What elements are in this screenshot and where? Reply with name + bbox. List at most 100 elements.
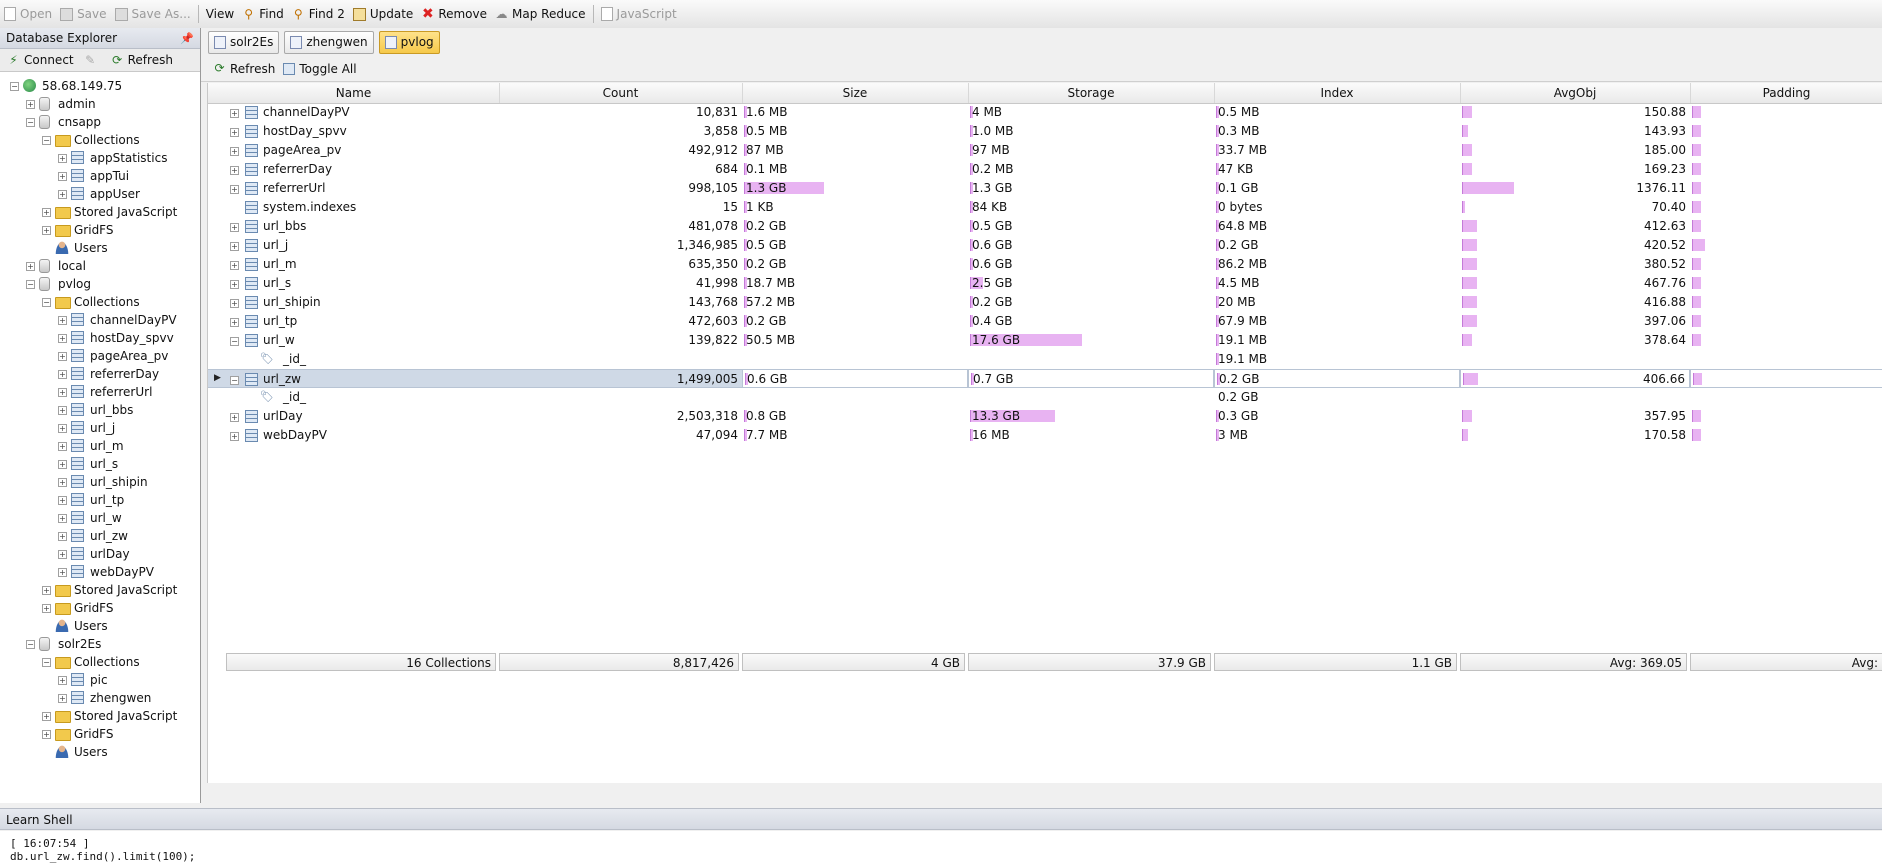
tree-item[interactable]: + GridFS	[0, 221, 200, 239]
expand-icon[interactable]: +	[58, 676, 67, 685]
expand-icon[interactable]: +	[230, 185, 239, 194]
tree-item[interactable]: + GridFS	[0, 725, 200, 743]
expand-icon[interactable]: +	[26, 262, 35, 271]
grid-refresh-button[interactable]: ⟳ Refresh	[209, 58, 279, 80]
tree-item[interactable]: + url_shipin	[0, 473, 200, 491]
collection-row[interactable]: ▶ − url_zw 1,499,005 0.6 GB 0.7 GB 0.2 GB 406.6…	[208, 369, 1882, 388]
explorer-refresh-button[interactable]: ⟳ Refresh	[106, 51, 178, 69]
column-header-count[interactable]: Count	[499, 83, 743, 103]
tree-item[interactable]: − pvlog	[0, 275, 200, 293]
collection-row[interactable]: system.indexes 15 1 KB 84 KB 0 bytes 70.40	[208, 198, 1882, 217]
save-button[interactable]: Save	[56, 3, 110, 25]
collection-row[interactable]: + referrerDay 684 0.1 MB 0.2 MB 47 KB 169.23	[208, 160, 1882, 179]
tree-item[interactable]: + zhengwen	[0, 689, 200, 707]
collapse-icon[interactable]: −	[26, 118, 35, 127]
collapse-icon[interactable]: −	[230, 376, 239, 385]
tree-item[interactable]: + channelDayPV	[0, 311, 200, 329]
find-button[interactable]: ⚲ Find	[238, 3, 288, 25]
tree-item[interactable]: + webDayPV	[0, 563, 200, 581]
index-row[interactable]: 🏷 _id_ 19.1 MB	[208, 350, 1882, 369]
expand-icon[interactable]: +	[58, 190, 67, 199]
collapse-icon[interactable]: −	[42, 298, 51, 307]
collection-row[interactable]: + webDayPV 47,094 7.7 MB 16 MB 3 MB 170.58	[208, 426, 1882, 445]
map-reduce-button[interactable]: ☁ Map Reduce	[491, 3, 590, 25]
tree-item[interactable]: + urlDay	[0, 545, 200, 563]
column-header-size[interactable]: Size	[742, 83, 969, 103]
tree-item[interactable]: + admin	[0, 95, 200, 113]
tree-item[interactable]: + Stored JavaScript	[0, 203, 200, 221]
expand-icon[interactable]: +	[230, 280, 239, 289]
expand-icon[interactable]: +	[230, 223, 239, 232]
tree-item[interactable]: + hostDay_spvv	[0, 329, 200, 347]
collection-row[interactable]: + url_m 635,350 0.2 GB 0.6 GB 86.2 MB 380.52	[208, 255, 1882, 274]
collapse-icon[interactable]: −	[10, 82, 19, 91]
collection-row[interactable]: + url_s 41,998 18.7 MB 2.5 GB 4.5 MB 467.76	[208, 274, 1882, 293]
tree-item[interactable]: Users	[0, 239, 200, 257]
tree-item[interactable]: + Stored JavaScript	[0, 707, 200, 725]
expand-icon[interactable]: +	[58, 388, 67, 397]
column-header-avgobj[interactable]: AvgObj	[1460, 83, 1691, 103]
expand-icon[interactable]: +	[58, 370, 67, 379]
toggle-all-button[interactable]: Toggle All	[279, 58, 360, 80]
tree-item[interactable]: + local	[0, 257, 200, 275]
expand-icon[interactable]: +	[42, 712, 51, 721]
collection-row[interactable]: + url_bbs 481,078 0.2 GB 0.5 GB 64.8 MB 412.63	[208, 217, 1882, 236]
pin-icon[interactable]: 📌	[180, 32, 194, 45]
expand-icon[interactable]: +	[42, 604, 51, 613]
tree-item[interactable]: − Collections	[0, 293, 200, 311]
remove-button[interactable]: ✖ Remove	[417, 3, 491, 25]
tree-item[interactable]: + pic	[0, 671, 200, 689]
tree-item[interactable]: − Collections	[0, 653, 200, 671]
expand-icon[interactable]: +	[58, 442, 67, 451]
expand-icon[interactable]: +	[58, 406, 67, 415]
collection-row[interactable]: + urlDay 2,503,318 0.8 GB 13.3 GB 0.3 GB 357.9…	[208, 407, 1882, 426]
index-row[interactable]: 🏷 _id_ 0.2 GB	[208, 388, 1882, 407]
expand-icon[interactable]: +	[230, 299, 239, 308]
expand-icon[interactable]: +	[230, 318, 239, 327]
expand-icon[interactable]: +	[58, 568, 67, 577]
connect-button[interactable]: ⚡ Connect	[2, 51, 79, 69]
expand-icon[interactable]: +	[58, 460, 67, 469]
shell-output[interactable]: [ 16:07:54 ] db.url_zw.find().limit(100)…	[0, 831, 1882, 865]
expand-icon[interactable]: +	[58, 550, 67, 559]
tree-item[interactable]: + pageArea_pv	[0, 347, 200, 365]
expand-icon[interactable]: +	[58, 352, 67, 361]
tree-item[interactable]: + url_zw	[0, 527, 200, 545]
collection-row[interactable]: + hostDay_spvv 3,858 0.5 MB 1.0 MB 0.3 MB 143.…	[208, 122, 1882, 141]
tree-item[interactable]: − Collections	[0, 131, 200, 149]
expand-icon[interactable]: +	[58, 514, 67, 523]
disconnect-button[interactable]: ✎	[79, 51, 106, 69]
collapse-icon[interactable]: −	[230, 337, 239, 346]
collapse-icon[interactable]: −	[26, 280, 35, 289]
find2-button[interactable]: ⚲ Find 2	[288, 3, 349, 25]
tree-item[interactable]: + referrerUrl	[0, 383, 200, 401]
expand-icon[interactable]: +	[230, 128, 239, 137]
collection-row[interactable]: − url_w 139,822 50.5 MB 17.6 GB 19.1 MB 378.64	[208, 331, 1882, 350]
tree-item[interactable]: + url_tp	[0, 491, 200, 509]
expand-icon[interactable]: +	[42, 226, 51, 235]
column-header-padding[interactable]: Padding	[1690, 83, 1882, 103]
tab-pvlog[interactable]: pvlog	[378, 30, 440, 54]
tab-solr2es[interactable]: solr2Es	[208, 30, 280, 54]
column-header-storage[interactable]: Storage	[968, 83, 1215, 103]
expand-icon[interactable]: +	[58, 334, 67, 343]
expand-icon[interactable]: +	[230, 147, 239, 156]
expand-icon[interactable]: +	[230, 432, 239, 441]
collection-row[interactable]: + url_shipin 143,768 57.2 MB 0.2 GB 20 MB 416.…	[208, 293, 1882, 312]
expand-icon[interactable]: +	[26, 100, 35, 109]
save-as-button[interactable]: Save As...	[111, 3, 195, 25]
open-button[interactable]: Open	[0, 3, 56, 25]
tree-item[interactable]: + url_s	[0, 455, 200, 473]
collapse-icon[interactable]: −	[26, 640, 35, 649]
tree-item[interactable]: − 58.68.149.75	[0, 77, 200, 95]
update-button[interactable]: Update	[349, 3, 417, 25]
tree-item[interactable]: − solr2Es	[0, 635, 200, 653]
expand-icon[interactable]: +	[58, 154, 67, 163]
view-button[interactable]: View	[202, 3, 238, 25]
expand-icon[interactable]: +	[58, 496, 67, 505]
column-header-index[interactable]: Index	[1214, 83, 1461, 103]
tree-item[interactable]: + url_bbs	[0, 401, 200, 419]
tab-zhengwen[interactable]: zhengwen	[284, 30, 374, 54]
expand-icon[interactable]: +	[58, 694, 67, 703]
expand-icon[interactable]: +	[58, 532, 67, 541]
